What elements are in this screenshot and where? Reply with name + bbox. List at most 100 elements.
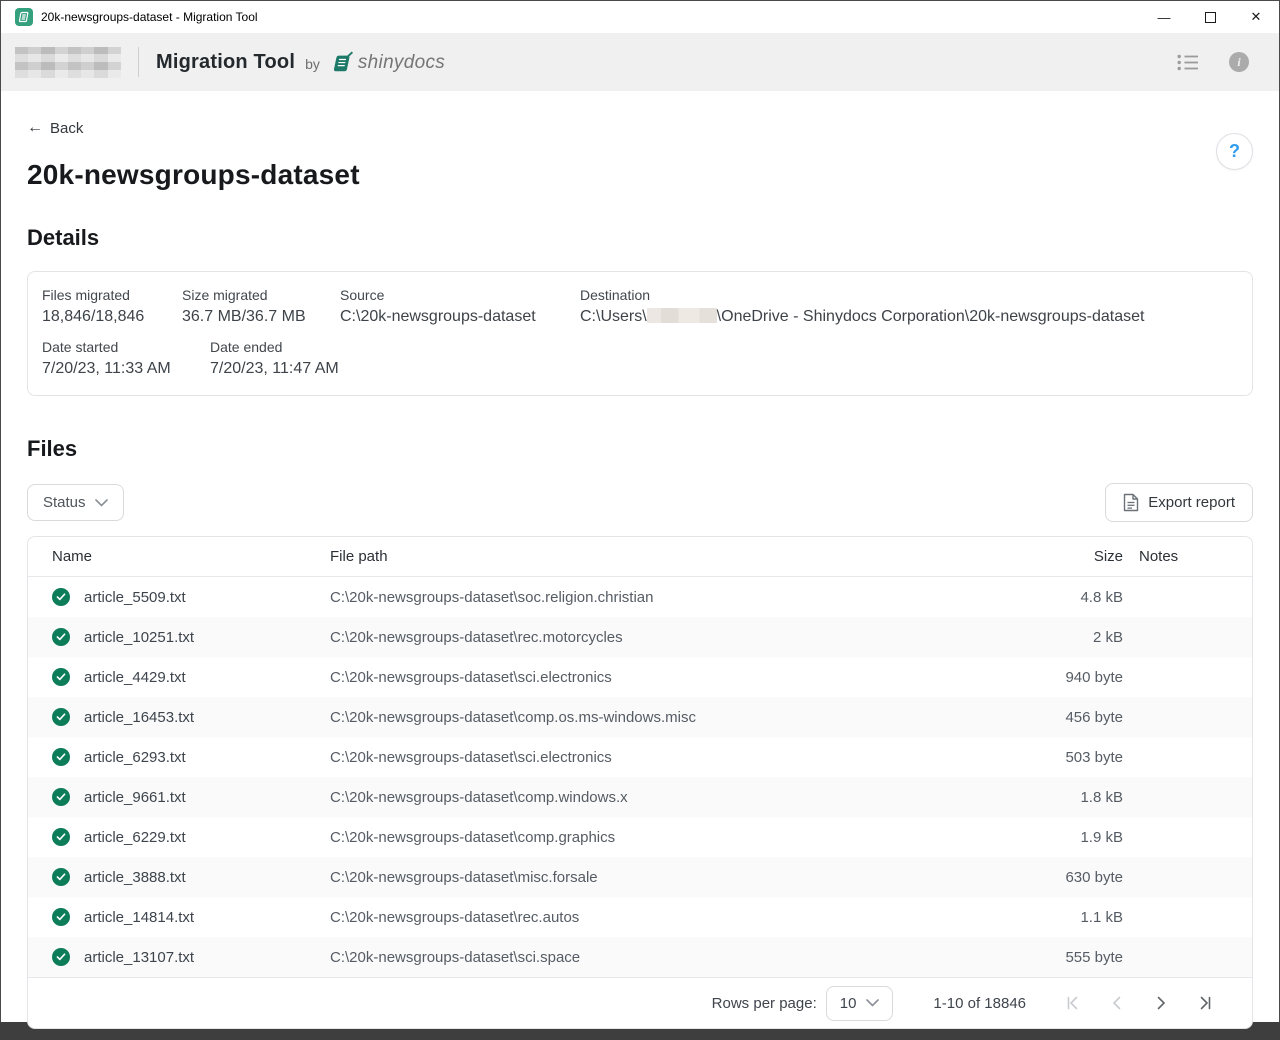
files-toolbar: Status Export report <box>27 483 1253 522</box>
first-page-button[interactable] <box>1051 988 1095 1018</box>
prev-page-button[interactable] <box>1095 988 1139 1018</box>
table-row: article_6293.txt C:\20k-newsgroups-datas… <box>28 737 1252 777</box>
shinydocs-logo-icon <box>329 51 355 75</box>
column-header-name: Name <box>52 548 330 565</box>
file-size: 456 byte <box>1003 709 1123 726</box>
file-name: article_3888.txt <box>84 869 186 886</box>
column-header-size: Size <box>1003 548 1123 565</box>
close-button[interactable]: ✕ <box>1233 1 1279 33</box>
next-page-icon <box>1153 996 1169 1010</box>
main-content: ← Back ? 20k-newsgroups-dataset Details … <box>1 91 1279 1029</box>
field-value: C:\Users\\OneDrive - Shinydocs Corporati… <box>580 308 1220 326</box>
app-title: Migration Tool <box>156 51 295 74</box>
file-size: 1.8 kB <box>1003 789 1123 806</box>
help-icon: ? <box>1229 141 1240 162</box>
field-value: C:\20k-newsgroups-dataset <box>340 308 564 326</box>
table-row: article_3888.txt C:\20k-newsgroups-datas… <box>28 857 1252 897</box>
window-title: 20k-newsgroups-dataset - Migration Tool <box>41 10 258 24</box>
rows-per-page-select[interactable]: 10 <box>826 986 894 1021</box>
details-card: Files migrated 18,846/18,846 Size migrat… <box>27 271 1253 396</box>
field-files-migrated: Files migrated 18,846/18,846 <box>42 287 182 326</box>
success-check-icon <box>52 828 70 846</box>
queue-list-icon <box>1177 54 1199 71</box>
table-row: article_4429.txt C:\20k-newsgroups-datas… <box>28 657 1252 697</box>
success-check-icon <box>52 948 70 966</box>
file-name: article_16453.txt <box>84 709 194 726</box>
maximize-button[interactable] <box>1187 1 1233 33</box>
first-page-icon <box>1065 996 1081 1010</box>
document-icon <box>1123 493 1139 512</box>
info-icon: i <box>1229 52 1249 72</box>
file-size: 555 byte <box>1003 949 1123 966</box>
table-header: Name File path Size Notes <box>28 537 1252 577</box>
success-check-icon <box>52 908 70 926</box>
field-size-migrated: Size migrated 36.7 MB/36.7 MB <box>182 287 340 326</box>
redacted-username <box>647 308 717 323</box>
back-link[interactable]: ← Back <box>27 119 83 137</box>
files-heading: Files <box>27 436 1253 462</box>
header-divider <box>138 47 139 77</box>
field-destination: Destination C:\Users\\OneDrive - Shinydo… <box>580 287 1236 326</box>
success-check-icon <box>52 628 70 646</box>
pager <box>1051 988 1227 1018</box>
field-label: Date ended <box>210 339 339 355</box>
file-size: 1.1 kB <box>1003 909 1123 926</box>
app-window: 20k-newsgroups-dataset - Migration Tool … <box>0 0 1280 1022</box>
file-name: article_6229.txt <box>84 829 186 846</box>
column-header-notes: Notes <box>1123 548 1228 565</box>
field-value: 7/20/23, 11:47 AM <box>210 360 339 378</box>
info-button[interactable]: i <box>1229 52 1249 72</box>
field-date-started: Date started 7/20/23, 11:33 AM <box>42 339 210 378</box>
file-path: C:\20k-newsgroups-dataset\comp.graphics <box>330 829 1003 846</box>
export-report-button[interactable]: Export report <box>1105 483 1253 522</box>
last-page-button[interactable] <box>1183 988 1227 1018</box>
export-report-label: Export report <box>1148 494 1235 511</box>
file-path: C:\20k-newsgroups-dataset\sci.electronic… <box>330 749 1003 766</box>
rows-per-page-value: 10 <box>840 995 857 1012</box>
files-table: Name File path Size Notes article_5509.t… <box>27 536 1253 1029</box>
field-label: Destination <box>580 287 1220 303</box>
app-logo-icon <box>15 8 33 26</box>
success-check-icon <box>52 748 70 766</box>
success-check-icon <box>52 708 70 726</box>
next-page-button[interactable] <box>1139 988 1183 1018</box>
pagination-range: 1-10 of 18846 <box>933 995 1026 1012</box>
prev-page-icon <box>1109 996 1125 1010</box>
details-heading: Details <box>27 225 1253 251</box>
minimize-button[interactable]: — <box>1141 1 1187 33</box>
chevron-down-icon <box>95 499 108 507</box>
maximize-icon <box>1205 12 1216 23</box>
window-titlebar: 20k-newsgroups-dataset - Migration Tool … <box>1 1 1279 33</box>
last-page-icon <box>1197 996 1213 1010</box>
shinydocs-brand: shinydocs <box>329 51 445 75</box>
table-row: article_9661.txt C:\20k-newsgroups-datas… <box>28 777 1252 817</box>
back-arrow-icon: ← <box>27 119 43 137</box>
field-value: 7/20/23, 11:33 AM <box>42 360 194 378</box>
table-body: article_5509.txt C:\20k-newsgroups-datas… <box>28 577 1252 977</box>
field-label: Date started <box>42 339 194 355</box>
field-value: 36.7 MB/36.7 MB <box>182 308 324 326</box>
table-row: article_14814.txt C:\20k-newsgroups-data… <box>28 897 1252 937</box>
file-size: 2 kB <box>1003 629 1123 646</box>
help-button[interactable]: ? <box>1216 133 1253 170</box>
app-header: Migration Tool by shinydocs i <box>1 33 1279 91</box>
queue-list-button[interactable] <box>1177 54 1199 71</box>
file-size: 503 byte <box>1003 749 1123 766</box>
file-name: article_14814.txt <box>84 909 194 926</box>
file-name: article_9661.txt <box>84 789 186 806</box>
redacted-company-logo <box>15 47 121 78</box>
field-source: Source C:\20k-newsgroups-dataset <box>340 287 580 326</box>
file-name: article_5509.txt <box>84 589 186 606</box>
status-filter-button[interactable]: Status <box>27 484 124 521</box>
field-date-ended: Date ended 7/20/23, 11:47 AM <box>210 339 355 378</box>
rows-per-page-label: Rows per page: <box>712 995 817 1012</box>
file-name: article_4429.txt <box>84 669 186 686</box>
file-path: C:\20k-newsgroups-dataset\sci.space <box>330 949 1003 966</box>
success-check-icon <box>52 868 70 886</box>
table-footer: Rows per page: 10 1-10 of 18846 <box>28 977 1252 1028</box>
file-path: C:\20k-newsgroups-dataset\rec.motorcycle… <box>330 629 1003 646</box>
file-path: C:\20k-newsgroups-dataset\sci.electronic… <box>330 669 1003 686</box>
back-label: Back <box>50 120 83 137</box>
field-value: 18,846/18,846 <box>42 308 166 326</box>
table-row: article_5509.txt C:\20k-newsgroups-datas… <box>28 577 1252 617</box>
